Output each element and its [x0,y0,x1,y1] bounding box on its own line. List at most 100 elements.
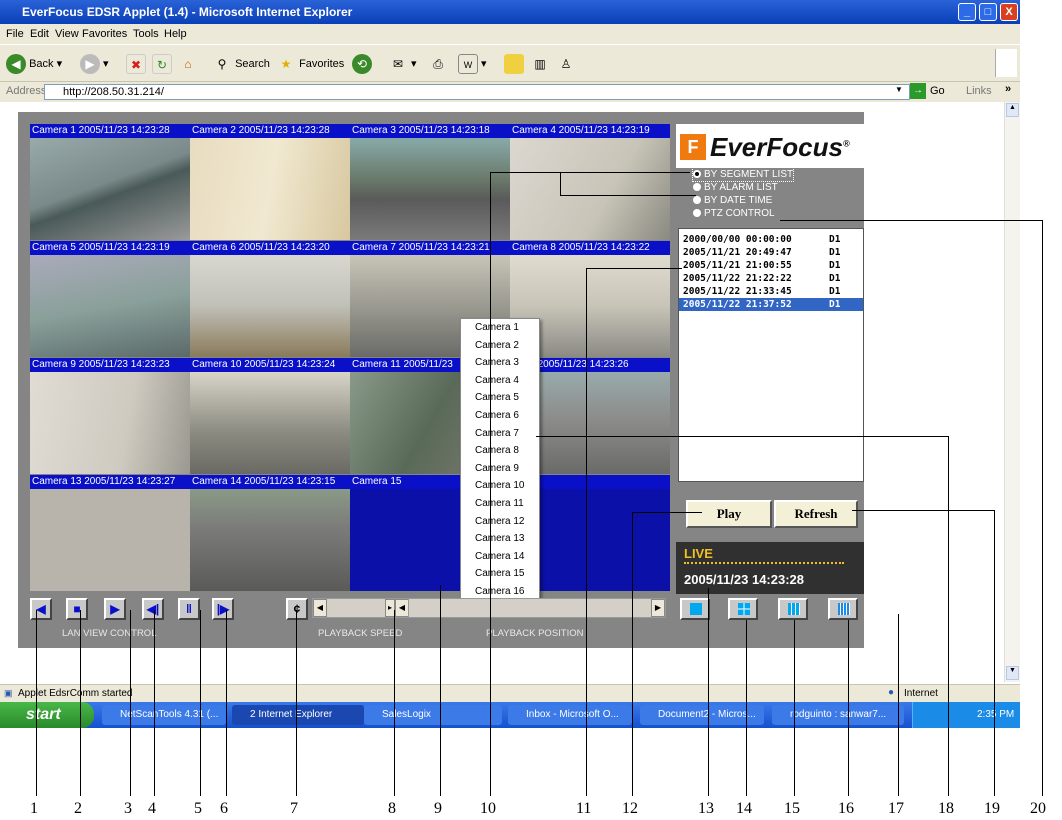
radio-by-alarm-list[interactable]: BY ALARM LIST [693,181,778,194]
camera-tile-9[interactable]: Camera 9 2005/11/23 14:23:23 [30,358,190,474]
menu-file[interactable]: File [6,28,24,40]
callout-leader-line [852,510,994,511]
menu-item-camera-7[interactable]: Camera 7 [461,425,539,443]
camera-tile-6[interactable]: Camera 6 2005/11/23 14:23:20 [190,241,350,357]
menu-item-camera-9[interactable]: Camera 9 [461,460,539,478]
task-inbox[interactable]: Inbox - Microsoft O... [508,705,632,725]
camera-tile-13[interactable]: Camera 13 2005/11/23 14:23:27 [30,475,190,591]
layout-4-button[interactable] [728,598,758,620]
minimize-button[interactable]: _ [958,3,976,21]
history-button[interactable]: ⟲ [352,53,372,75]
links-label[interactable]: Links [966,85,992,97]
segment-row[interactable]: 2005/11/22 21:33:45 D1 [679,285,863,298]
radio-ptz-control[interactable]: PTZ CONTROL [693,207,775,220]
lan-step-back-button[interactable]: ◀| [142,598,164,620]
camera-tile-2[interactable]: Camera 2 2005/11/23 14:23:28 [190,124,350,240]
camera-tile-4[interactable]: Camera 4 2005/11/23 14:23:19 [510,124,670,240]
task-internet-explorer[interactable]: 2 Internet Explorer [232,705,364,725]
mail-button[interactable]: ✉ ▾ [388,53,417,75]
task-netscantools[interactable]: NetScanTools 4.31 (... [102,705,226,725]
segment-row[interactable]: 2005/11/21 21:00:55 D1 [679,259,863,272]
radio-by-date-time[interactable]: BY DATE TIME [693,194,772,207]
back-button[interactable]: ◀ Back ▾ [6,53,62,75]
lan-prev-button[interactable]: ◀ [30,598,52,620]
menu-item-camera-15[interactable]: Camera 15 [461,565,539,583]
playback-position-slider[interactable]: ▶ [408,598,666,618]
menu-item-camera-4[interactable]: Camera 4 [461,372,539,390]
menu-item-camera-6[interactable]: Camera 6 [461,407,539,425]
close-button[interactable]: X [1000,3,1018,21]
menu-item-camera-10[interactable]: Camera 10 [461,477,539,495]
home-button[interactable]: ⌂ [178,53,198,75]
camera-label: Camera 2 2005/11/23 14:23:28 [190,124,350,138]
menu-item-camera-3[interactable]: Camera 3 [461,354,539,372]
scroll-down-icon[interactable]: ▼ [1006,666,1019,680]
scroll-up-icon[interactable]: ▲ [1006,103,1019,117]
go-arrow-icon[interactable]: → [910,83,926,99]
layout-1-button[interactable] [680,598,710,620]
segment-row[interactable]: 2005/11/22 21:22:22 D1 [679,272,863,285]
menu-tools[interactable]: Tools [133,28,159,40]
stop-button[interactable]: ✖ [126,53,146,75]
menu-edit[interactable]: Edit [30,28,49,40]
segment-list[interactable]: 2000/00/00 00:00:00 D1 2005/11/21 20:49:4… [678,228,864,482]
camera-tile-1[interactable]: Camera 1 2005/11/23 14:23:28 [30,124,190,240]
maximize-button[interactable]: □ [979,3,997,21]
position-right-icon[interactable]: ▶ [651,599,665,617]
task-rodguinto[interactable]: rodguinto : sanwar7... [772,705,904,725]
lan-step-forward-button[interactable]: |▶ [212,598,234,620]
layout-9-button[interactable] [778,598,808,620]
menu-item-camera-8[interactable]: Camera 8 [461,442,539,460]
playback-speed-label: PLAYBACK SPEED [318,628,403,639]
search-button[interactable]: ⚲ Search [212,53,270,75]
menu-help[interactable]: Help [164,28,187,40]
printer-icon: ⎙ [433,57,443,72]
vertical-scrollbar[interactable]: ▲ ▼ [1004,102,1020,682]
menu-item-camera-2[interactable]: Camera 2 [461,337,539,355]
menu-item-camera-13[interactable]: Camera 13 [461,530,539,548]
menu-item-camera-11[interactable]: Camera 11 [461,495,539,513]
segment-channel: D1 [829,247,841,258]
segment-row[interactable]: 2005/11/21 20:49:47 D1 [679,246,863,259]
address-input[interactable]: http://208.50.31.214/ [44,84,910,100]
address-dropdown-icon[interactable]: ▼ [895,85,903,94]
menu-item-camera-5[interactable]: Camera 5 [461,389,539,407]
menu-item-camera-14[interactable]: Camera 14 [461,548,539,566]
discuss-button[interactable] [504,53,524,75]
print-button[interactable]: ⎙ [428,53,448,75]
menu-item-camera-1[interactable]: Camera 1 [461,319,539,337]
camera-tile-5[interactable]: Camera 5 2005/11/23 14:23:19 [30,241,190,357]
camera-tile-10[interactable]: Camera 10 2005/11/23 14:23:24 [190,358,350,474]
play-button[interactable]: Play [686,500,772,528]
menu-view[interactable]: View [55,28,79,40]
lan-play-button[interactable]: ▶ [104,598,126,620]
layout-16-button[interactable] [828,598,858,620]
window-title-bar[interactable]: EverFocus EDSR Applet (1.4) - Microsoft … [0,0,1020,24]
lan-stop-button[interactable]: ■ [66,598,88,620]
clock[interactable]: 2:35 PM [977,709,1014,720]
messenger-button[interactable]: ♙ [556,53,576,75]
favorites-label: Favorites [299,58,345,70]
mail-icon: ✉ [392,57,404,72]
speed-reset-button[interactable]: ¢ [286,598,308,620]
go-button[interactable]: Go [930,85,945,97]
camera-tile-3[interactable]: Camera 3 2005/11/23 14:23:18 [350,124,510,240]
edit-button[interactable]: W ▾ [458,53,487,75]
chevron-right-icon[interactable]: » [1005,83,1011,95]
speed-right-icon[interactable]: ◀ [395,599,409,617]
camera-label: Camera 10 2005/11/23 14:23:24 [190,358,350,372]
radio-by-segment-list[interactable]: BY SEGMENT LIST [691,167,795,182]
favorites-button[interactable]: ★ Favorites [276,53,345,75]
camera-tile-14[interactable]: Camera 14 2005/11/23 14:23:15 [190,475,350,591]
task-saleslogix[interactable]: SalesLogix [364,705,502,725]
segment-row[interactable]: 2000/00/00 00:00:00 D1 [679,233,863,246]
menu-favorites[interactable]: Favorites [82,28,127,40]
speed-left-icon[interactable]: ◀ [313,599,327,617]
refresh-button[interactable]: Refresh [774,500,858,528]
refresh-button[interactable]: ↻ [152,53,172,75]
menu-item-camera-12[interactable]: Camera 12 [461,513,539,531]
research-button[interactable]: ▥ [530,53,550,75]
segment-row-selected[interactable]: 2005/11/22 21:37:52 D1 [679,298,863,311]
lan-pause-button[interactable]: ‖ [178,598,200,620]
forward-button[interactable]: ▶ ▾ [80,53,109,75]
